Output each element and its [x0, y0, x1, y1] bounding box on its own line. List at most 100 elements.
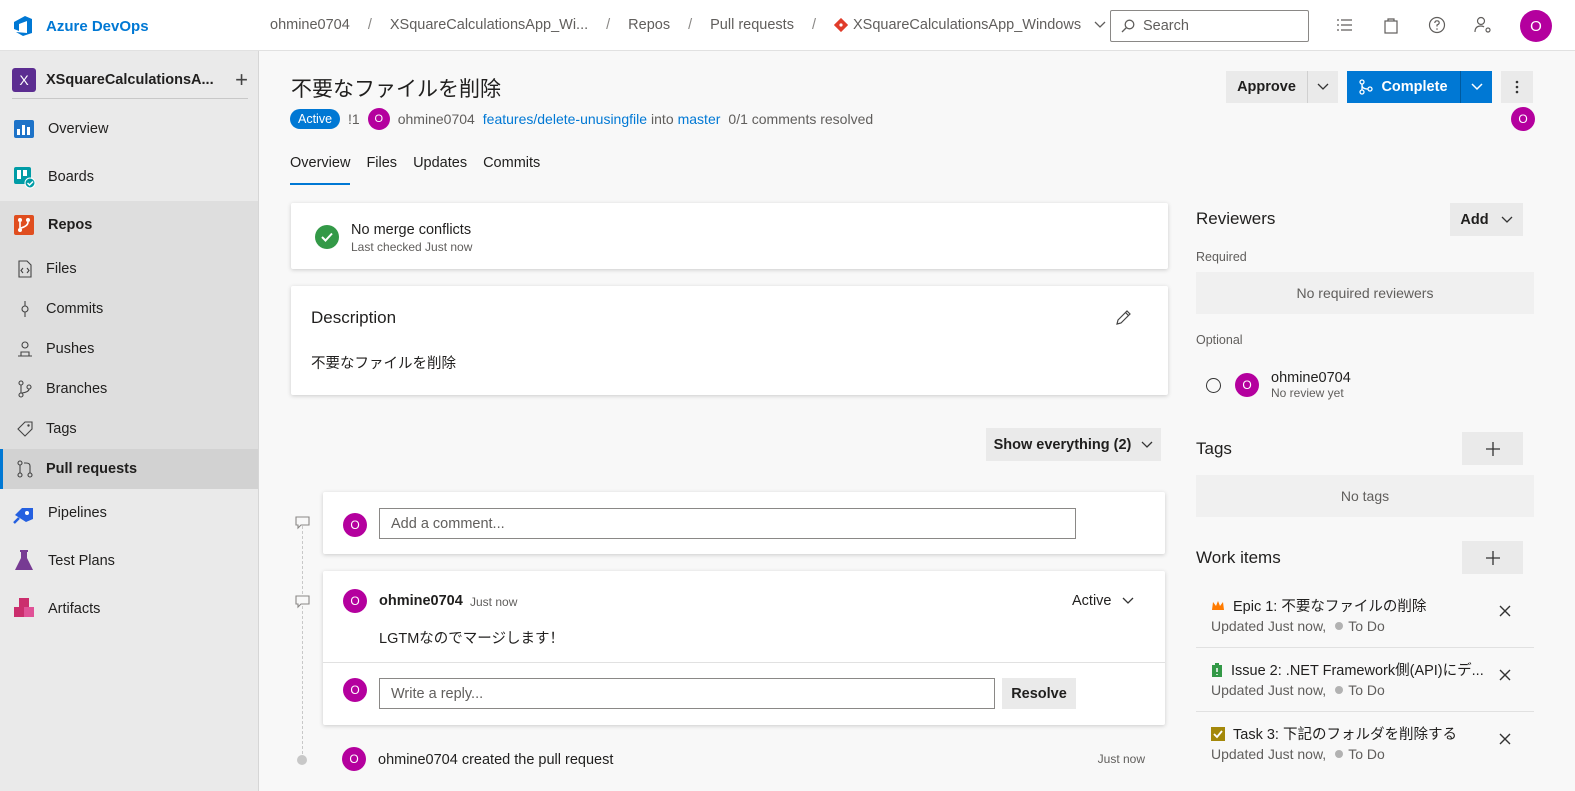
sidebar-item-label: Files	[46, 261, 77, 277]
sidebar-item-label: Pipelines	[48, 505, 107, 521]
tab-commits[interactable]: Commits	[483, 155, 540, 185]
close-icon[interactable]	[1499, 605, 1511, 617]
user-settings-icon[interactable]	[1474, 16, 1492, 34]
thread-status-dropdown[interactable]: Active	[1072, 593, 1134, 609]
repos-group: Repos Files Commits Pushes Branches Tags	[0, 201, 258, 489]
sidebar-item-overview[interactable]: Overview	[0, 105, 258, 153]
breadcrumb-project[interactable]: XSquareCalculationsApp_Wi...	[390, 17, 588, 33]
add-reviewer-button[interactable]: Add	[1450, 203, 1523, 236]
reply-input[interactable]: Write a reply...	[379, 678, 995, 709]
chevron-down-icon	[1141, 441, 1153, 449]
avatar: O	[343, 678, 367, 702]
top-bar: Azure DevOps ohmine0704 / XSquareCalcula…	[0, 0, 1575, 51]
comment-icon	[295, 516, 310, 530]
close-icon[interactable]	[1499, 669, 1511, 681]
sidebar-item-label: Commits	[46, 301, 104, 317]
vote-radio[interactable]	[1206, 377, 1221, 393]
overview-icon	[12, 117, 36, 141]
issue-icon	[1211, 662, 1223, 677]
description-body: 不要なファイルを削除	[311, 356, 456, 372]
sidebar-item-pipelines[interactable]: Pipelines	[0, 489, 258, 537]
chevron-down-icon	[1094, 21, 1106, 29]
tab-updates[interactable]: Updates	[413, 155, 467, 185]
help-icon[interactable]	[1428, 16, 1446, 34]
sidebar-item-tags[interactable]: Tags	[0, 409, 258, 449]
sidebar-item-boards[interactable]: Boards	[0, 153, 258, 201]
created-text: ohmine0704 created the pull request	[378, 752, 614, 768]
work-item[interactable]: Issue 2: .NET Framework側(API)にデ... Updat…	[1196, 649, 1534, 712]
tab-overview[interactable]: Overview	[290, 155, 351, 185]
sidebar-item-files[interactable]: Files	[0, 249, 258, 289]
work-item[interactable]: Task 3: 下記のフォルダを削除する Updated Just now, T…	[1196, 713, 1534, 776]
status-badge: Active	[290, 109, 341, 129]
sidebar-item-pushes[interactable]: Pushes	[0, 329, 258, 369]
sidebar-item-artifacts[interactable]: Artifacts	[0, 585, 258, 633]
state-dot	[1335, 622, 1344, 630]
tags-heading: Tags	[1196, 439, 1232, 458]
reviewers-heading: Reviewers	[1196, 209, 1276, 228]
chevron-down-icon	[1470, 83, 1483, 91]
work-item[interactable]: Epic 1: 不要なファイルの削除 Updated Just now, To …	[1196, 585, 1534, 648]
comment-time: Just now	[470, 595, 518, 609]
source-branch-link[interactable]: features/delete-unusingfile	[483, 111, 647, 127]
artifacts-icon	[12, 597, 36, 621]
pr-actions: Approve Complete	[1226, 71, 1533, 103]
resolve-button[interactable]: Resolve	[1002, 678, 1076, 709]
add-work-item-button[interactable]	[1462, 541, 1523, 574]
comment-author[interactable]: ohmine0704	[379, 593, 463, 609]
close-icon[interactable]	[1499, 733, 1511, 745]
tab-files[interactable]: Files	[366, 155, 397, 185]
complete-button[interactable]: Complete	[1347, 71, 1461, 103]
approve-button[interactable]: Approve	[1226, 71, 1308, 103]
project-header[interactable]: X XSquareCalculationsA... +	[12, 61, 248, 99]
comments-resolved: 0/1 comments resolved	[728, 111, 874, 127]
work-item-state: To Do	[1348, 618, 1385, 634]
page-title: 不要なファイルを削除	[291, 78, 501, 101]
search-icon	[1121, 19, 1135, 33]
sidebar-item-label: Artifacts	[48, 601, 101, 617]
author-avatar: O	[367, 108, 390, 130]
breadcrumb-repos[interactable]: Repos	[628, 17, 670, 33]
sidebar-item-repos[interactable]: Repos	[0, 201, 258, 249]
sidebar-item-pull-requests[interactable]: Pull requests	[0, 449, 258, 489]
complete-dropdown-button[interactable]	[1461, 71, 1492, 103]
breadcrumb-org[interactable]: ohmine0704	[270, 17, 350, 33]
merge-status-card: No merge conflicts Last checked Just now	[291, 203, 1168, 269]
pull-request-icon	[16, 460, 34, 478]
more-actions-button[interactable]	[1501, 71, 1533, 103]
work-item-state: To Do	[1348, 682, 1385, 698]
marketplace-bag-icon[interactable]	[1382, 16, 1400, 34]
add-tag-button[interactable]	[1462, 432, 1523, 465]
reviewer-avatar[interactable]: O	[1511, 107, 1535, 131]
sidebar-item-branches[interactable]: Branches	[0, 369, 258, 409]
edit-pencil-icon[interactable]	[1115, 309, 1132, 326]
no-required-reviewers: No required reviewers	[1196, 272, 1534, 314]
pr-author[interactable]: ohmine0704	[398, 111, 475, 127]
search-input[interactable]: Search	[1110, 10, 1309, 42]
add-comment-input[interactable]: Add a comment...	[379, 508, 1076, 539]
search-placeholder: Search	[1143, 18, 1189, 34]
task-checkbox-icon	[1211, 726, 1225, 741]
add-icon[interactable]: +	[235, 67, 248, 93]
reviewer-item[interactable]: O ohmine0704 No review yet	[1206, 370, 1351, 400]
work-item-updated: Updated Just now,	[1211, 618, 1327, 634]
sidebar-item-test-plans[interactable]: Test Plans	[0, 537, 258, 585]
add-reviewer-label: Add	[1460, 211, 1489, 228]
comment-thread: O ohmine0704 Just now Active LGTMなのでマージし…	[323, 571, 1165, 725]
work-item-state: To Do	[1348, 746, 1385, 762]
divider	[323, 662, 1165, 663]
comment-body: LGTMなのでマージします！	[379, 631, 564, 647]
avatar: O	[1235, 373, 1259, 397]
azure-devops-logo-icon	[12, 14, 36, 38]
breadcrumb-repo-selector[interactable]: XSquareCalculationsApp_Windows	[833, 17, 1106, 33]
task-list-icon[interactable]	[1336, 16, 1354, 34]
sidebar-item-commits[interactable]: Commits	[0, 289, 258, 329]
show-everything-filter[interactable]: Show everything (2)	[986, 428, 1161, 461]
user-avatar[interactable]: O	[1520, 10, 1552, 42]
target-branch-link[interactable]: master	[678, 111, 721, 127]
pr-meta: Active !1 O ohmine0704 features/delete-u…	[290, 108, 873, 130]
approve-dropdown-button[interactable]	[1308, 71, 1338, 103]
brand[interactable]: Azure DevOps	[12, 14, 149, 38]
breadcrumb-pull-requests[interactable]: Pull requests	[710, 17, 794, 33]
commit-icon	[16, 300, 34, 318]
